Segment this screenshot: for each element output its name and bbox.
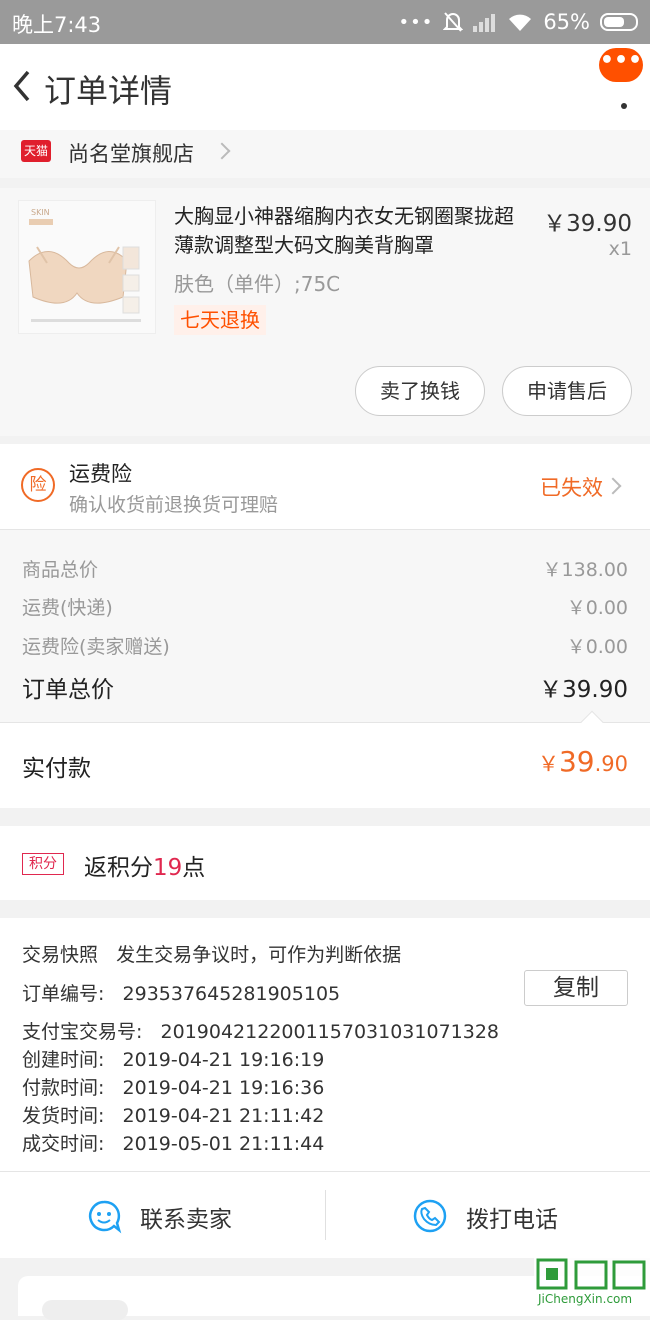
alipay-row: 支付宝交易号: 2019042122001157031031071328 [22,1017,499,1044]
message-menu-button[interactable]: ••• [599,48,643,82]
product-card: SKIN 大胸显小神器缩胸内衣女无钢圈聚拢超薄款调整型大码文胸美背胸罩 肤色（单… [0,188,650,436]
return-policy-badge: 七天退换 [174,305,266,335]
tmall-logo: 天猫 [21,140,51,162]
snapshot-text: 发生交易争议时，可作为判断依据 [116,944,402,966]
chat-icon [88,1200,122,1234]
signal-icon [473,14,496,32]
paid-time-label: 付款时间: [22,1077,105,1099]
product-sku: 肤色（单件）;75C [174,272,341,296]
price-summary: 商品总价 ￥138.00 运费(快递) ￥0.00 运费险(卖家赠送) ￥0.0… [0,530,650,722]
order-number-row: 订单编号: 293537645281905105 [22,979,340,1006]
contact-bar: 联系卖家 拨打电话 [0,1172,650,1258]
chevron-right-icon [604,477,622,495]
snapshot-label: 交易快照 [22,944,99,966]
price-row-value: ￥0.00 [566,636,628,658]
chevron-right-icon [213,142,231,160]
paid-time-row: 付款时间: 2019-04-21 19:16:36 [22,1073,324,1100]
phone-icon [413,1199,447,1233]
insurance-title: 运费险 [69,462,132,486]
price-row: 运费险(卖家赠送) ￥0.00 [22,632,628,662]
wifi-icon [509,14,532,31]
thumb-label: SKIN [31,208,50,217]
insurance-icon: 险 [21,468,55,502]
insurance-subtitle: 确认收货前退换货可理赔 [69,494,279,516]
order-info: 交易快照 发生交易争议时，可作为判断依据 订单编号: 2935376452819… [0,918,650,1172]
closed-label: 成交时间: [22,1133,105,1155]
watermark-text: JiChengXin.com [537,1292,632,1306]
created-row: 创建时间: 2019-04-21 19:16:19 [22,1045,324,1072]
order-total-row: 订单总价 ￥39.90 [22,670,628,703]
price-row-label: 运费(快递) [22,597,113,619]
paid-amount: ￥39.90 [538,745,628,778]
points-row: 积分 返积分19点 [0,826,650,900]
points-prefix: 返积分 [84,855,153,881]
placeholder-pill [42,1300,128,1320]
status-icons: ••• 65% [398,8,638,36]
order-number: 293537645281905105 [122,983,341,1005]
page-title: 订单详情 [44,72,173,110]
closed-row: 成交时间: 2019-05-01 21:11:44 [22,1129,324,1156]
order-total-label: 订单总价 [22,677,114,703]
price-row: 商品总价 ￥138.00 [22,555,628,585]
nav-bar: 订单详情 [0,44,650,130]
paid-time: 2019-04-21 19:16:36 [122,1077,325,1099]
battery-percent: 65% [543,10,590,34]
back-button[interactable] [4,64,44,108]
shipped-time: 2019-04-21 21:11:42 [122,1105,325,1127]
after-sale-button[interactable]: 申请售后 [502,366,632,416]
dots-icon: ••• [398,11,434,33]
status-time: 晚上7:43 [12,13,102,37]
order-total-value: ￥39.90 [539,677,628,703]
shipped-row: 发货时间: 2019-04-21 21:11:42 [22,1101,324,1128]
status-bar: 晚上7:43 ••• 65% [0,0,650,44]
paid-label: 实付款 [22,756,91,782]
created-label: 创建时间: [22,1049,105,1071]
paid-amount-int: 39 [558,745,595,778]
price-row-value: ￥138.00 [542,559,628,581]
paid-amount-row: 实付款 ￥39.90 [0,710,650,808]
alipay-label: 支付宝交易号: [22,1021,143,1043]
currency-symbol: ￥ [537,752,559,776]
copy-button[interactable]: 复制 [524,970,628,1006]
contact-seller-label: 联系卖家 [140,1207,232,1233]
paid-amount-dec: .90 [594,752,628,776]
more-menu-icon[interactable] [618,78,630,116]
shop-name: 尚名堂旗舰店 [68,142,194,166]
points-text: 返积分19点 [84,848,205,882]
closed-time: 2019-05-01 21:11:44 [122,1133,325,1155]
product-price: ￥39.90 [543,211,632,237]
points-suffix: 点 [182,855,206,881]
mute-bell-icon [443,12,464,32]
alipay-number: 2019042122001157031031071328 [160,1021,500,1043]
price-row: 运费(快递) ￥0.00 [22,593,628,623]
points-number: 19 [153,855,183,881]
watermark-logo: JiChengXin.com [534,1256,650,1307]
product-thumbnail[interactable]: SKIN [18,200,156,334]
shipped-label: 发货时间: [22,1105,105,1127]
order-number-label: 订单编号: [22,983,105,1005]
snapshot-row[interactable]: 交易快照 发生交易争议时，可作为判断依据 [22,940,401,967]
price-row-label: 运费险(卖家赠送) [22,636,170,658]
created-time: 2019-04-21 19:16:19 [122,1049,325,1071]
call-phone-button[interactable]: 拨打电话 [326,1172,650,1258]
battery-icon [600,13,638,31]
insurance-status: 已失效 [540,476,603,500]
product-quantity: x1 [608,238,632,260]
price-row-label: 商品总价 [22,559,99,581]
call-phone-label: 拨打电话 [466,1207,558,1233]
product-title[interactable]: 大胸显小神器缩胸内衣女无钢圈聚拢超薄款调整型大码文胸美背胸罩 [174,202,526,260]
shop-row[interactable]: 天猫 尚名堂旗舰店 [0,130,650,178]
shipping-insurance-row[interactable]: 险 运费险 确认收货前退换货可理赔 已失效 [0,444,650,530]
price-row-value: ￥0.00 [566,597,628,619]
sell-button[interactable]: 卖了换钱 [355,366,485,416]
points-badge: 积分 [22,853,64,875]
contact-seller-button[interactable]: 联系卖家 [0,1172,325,1258]
